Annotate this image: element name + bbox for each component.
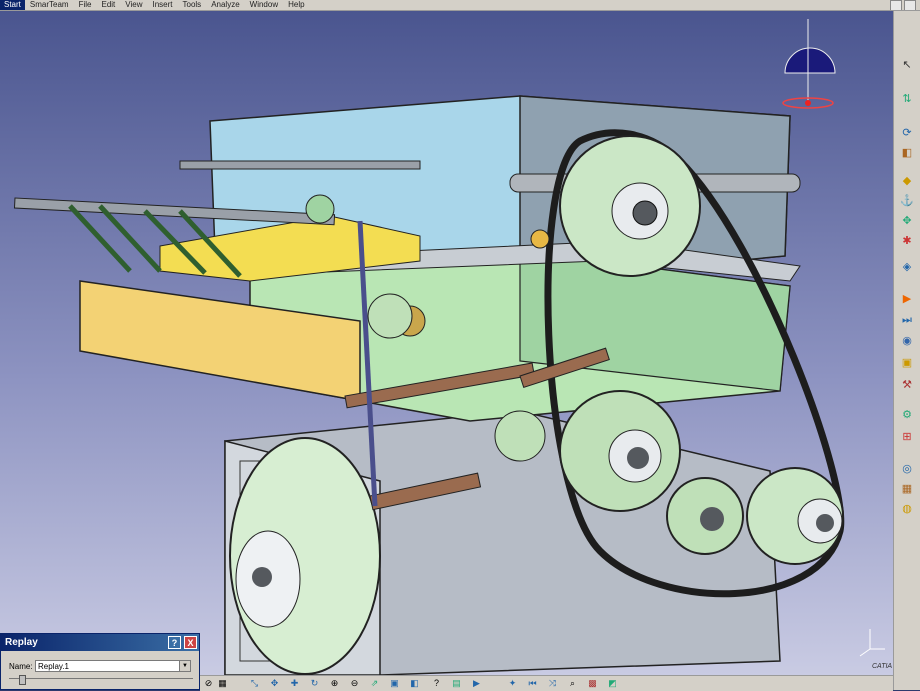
simulation-icon[interactable]: ⏭ (899, 313, 915, 327)
menu-item-view[interactable]: View (120, 0, 147, 10)
step-icon[interactable]: ⤨ (546, 677, 559, 689)
menu-item-edit[interactable]: Edit (96, 0, 120, 10)
catia-logo: CATIA (872, 663, 893, 670)
name-select[interactable]: Replay.1 ▼ (35, 660, 191, 672)
menu-item-help[interactable]: Help (283, 0, 309, 10)
dialog-title: Replay (5, 637, 38, 648)
pan-icon[interactable]: ✥ (268, 677, 281, 689)
constraint-icon[interactable]: ◆ (899, 173, 915, 187)
right-toolbar: ↖ ⇅ ⟳ ◧ ◆ ⚓ ✥ ✱ ◈ ▶ ⏭ ◉ ▣ ⚒ ⚙ ⊞ ◎ ▦ ◍ (893, 11, 920, 690)
select-arrow-icon[interactable]: ↖ (899, 57, 915, 71)
dialog-help-button[interactable]: ? (168, 636, 181, 649)
sketch-icon[interactable]: ⊘ (202, 677, 215, 689)
color-icon[interactable]: ◎ (899, 461, 915, 475)
publish-icon[interactable]: ◍ (899, 501, 915, 515)
menu-item-file[interactable]: File (74, 0, 97, 10)
rotate-view-icon[interactable]: ↻ (308, 677, 321, 689)
dialog-titlebar[interactable]: Replay ? X (1, 634, 199, 651)
dialog-close-button[interactable]: X (184, 636, 197, 649)
name-label: Name: (9, 661, 33, 671)
swap-icon[interactable]: ▦ (899, 481, 915, 495)
normal-view-icon[interactable]: ⇗ (368, 677, 381, 689)
help-icon[interactable]: ? (430, 677, 443, 689)
menu-item-window[interactable]: Window (245, 0, 283, 10)
spatial-icon[interactable]: ▤ (450, 677, 463, 689)
palette-icon[interactable]: ▩ (586, 677, 599, 689)
replay-slider-thumb[interactable] (19, 675, 26, 685)
assembly-model (13, 19, 885, 675)
sensor-icon[interactable]: ⚒ (899, 377, 915, 391)
snap-icon[interactable]: ⚓ (899, 193, 915, 207)
replay-icon[interactable]: ◉ (899, 333, 915, 347)
rewind-icon[interactable]: ⏮ (526, 677, 539, 689)
zoom-out-icon[interactable]: ⊖ (348, 677, 361, 689)
shading-icon[interactable]: ◧ (408, 677, 421, 689)
tools-icon[interactable]: ⚙ (899, 407, 915, 421)
3d-viewport[interactable]: CATIA (0, 11, 893, 675)
search-icon[interactable]: ⌕ (566, 677, 579, 689)
fit-all-icon[interactable]: ⤡ (248, 677, 261, 689)
film-icon[interactable]: ▶ (470, 677, 483, 689)
measure-icon[interactable]: ⊞ (899, 429, 915, 443)
menu-bar: Start SmarTeam File Edit View Insert Too… (0, 0, 920, 11)
menu-item-analyze[interactable]: Analyze (206, 0, 244, 10)
manipulate-icon[interactable]: ✥ (899, 213, 915, 227)
clash-icon[interactable]: ◈ (899, 259, 915, 273)
menu-item-smarteam[interactable]: SmarTeam (25, 0, 74, 10)
chevron-down-icon[interactable]: ▼ (179, 661, 190, 671)
replay-dialog: Replay ? X Name: Replay.1 ▼ (0, 633, 200, 690)
part-icon[interactable]: ◧ (899, 145, 915, 159)
xyz-axis-icon (859, 629, 885, 657)
move-icon[interactable]: ✚ (288, 677, 301, 689)
explode-icon[interactable]: ✱ (899, 233, 915, 247)
start-menu[interactable]: Start (0, 0, 25, 10)
name-select-value: Replay.1 (38, 662, 69, 671)
compass-icon[interactable] (782, 19, 836, 109)
fly-icon[interactable]: ⇅ (899, 91, 915, 105)
restore-button[interactable] (904, 0, 916, 10)
sequence-icon[interactable]: ▶ (899, 291, 915, 305)
bottom-toolbar: ⊘ ▦ ⤡ ✥ ✚ ↻ ⊕ ⊖ ⇗ ▣ ◧ ? ▤ ▶ ✦ ⏮ ⤨ ⌕ ▩ ◩ (200, 675, 893, 691)
rotate-icon[interactable]: ⟳ (899, 125, 915, 139)
minimize-button[interactable] (890, 0, 902, 10)
name-row: Name: Replay.1 ▼ (9, 660, 191, 672)
compass-tool-icon[interactable]: ✦ (506, 677, 519, 689)
table-icon[interactable]: ▦ (216, 677, 229, 689)
cube-icon[interactable]: ◩ (606, 677, 619, 689)
window-buttons (890, 0, 916, 10)
replay-slider[interactable] (9, 675, 193, 685)
movie-icon[interactable]: ▣ (899, 355, 915, 369)
menu-item-tools[interactable]: Tools (178, 0, 207, 10)
menu-item-insert[interactable]: Insert (147, 0, 177, 10)
iso-view-icon[interactable]: ▣ (388, 677, 401, 689)
zoom-in-icon[interactable]: ⊕ (328, 677, 341, 689)
